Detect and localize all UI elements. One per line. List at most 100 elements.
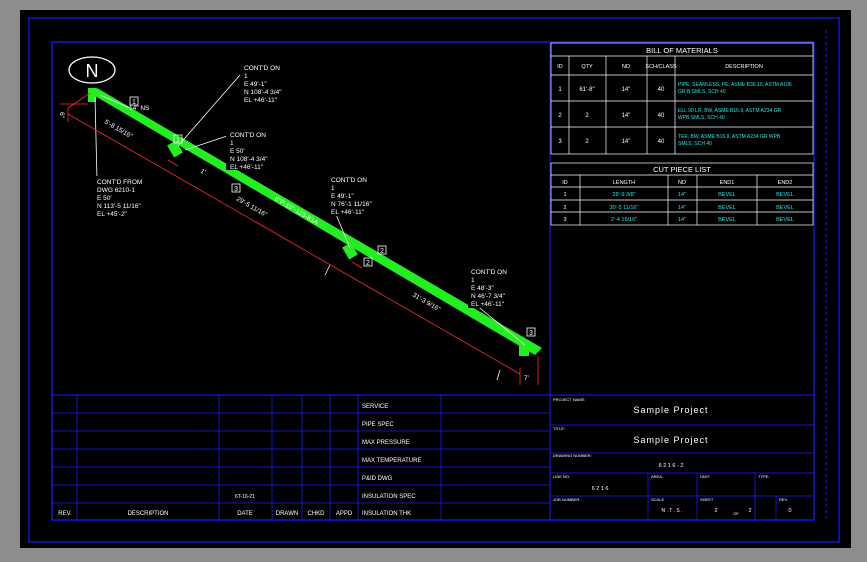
cut-header: END1	[720, 180, 735, 186]
bom-header: ID	[557, 64, 563, 70]
dim-label: 29'-5 11/16"	[235, 196, 269, 219]
of-label: OF	[733, 511, 739, 516]
cut-cell: 3	[563, 217, 566, 223]
bom-cell: 61'-8"	[579, 87, 594, 93]
pipe-tag-label: 6"P-10"-123-B1A	[273, 196, 320, 227]
bom-cell: 1	[558, 87, 562, 93]
svg-text:1: 1	[230, 140, 234, 147]
drawing-title: Sample Project	[633, 435, 708, 445]
bom-cell: 2	[558, 113, 562, 119]
cut-cell: BEVEL	[776, 217, 794, 223]
svg-text:1: 1	[471, 277, 475, 284]
bom-desc: WPB SMLS, SCH 40	[678, 115, 725, 121]
spec-label: MAX TEMPERATURE	[362, 458, 421, 464]
spec-label: PIPE SPEC	[362, 422, 394, 428]
svg-text:N 113'-5 11/16": N 113'-5 11/16"	[97, 203, 141, 210]
sheet-value: 2	[714, 508, 717, 514]
rev-header: DATE	[237, 511, 253, 517]
bom-header: ND	[622, 64, 630, 70]
rev-entry: 6T-16-21	[235, 494, 255, 500]
svg-text:E 49'-1": E 49'-1"	[331, 193, 354, 200]
cut-cell: 14"	[678, 192, 686, 198]
cut-cell: BEVEL	[776, 192, 794, 198]
rev-header: DRAWN	[276, 511, 298, 517]
cut-cell: 30'-5 11/16"	[610, 205, 639, 211]
cut-piece-table: CUT PIECE LIST ID LENGTH ND END1 END2 1 …	[550, 162, 814, 226]
marker-label: 3	[234, 186, 238, 193]
bom-cell: 14"	[622, 87, 631, 93]
svg-text:N 108'-4 3/4": N 108'-4 3/4"	[244, 89, 282, 96]
bom-desc: TEE, BW, ASME B16.9, ASTM A234 GR WPB	[678, 134, 781, 140]
svg-text:LINE NO.: LINE NO.	[553, 474, 570, 479]
cut-header: ND	[678, 180, 686, 186]
spec-label: P&ID DWG	[362, 476, 393, 482]
north-arrow: N	[68, 56, 116, 84]
rev-header: REV.	[58, 511, 72, 517]
rev-header: CHKD	[307, 511, 325, 517]
dim-label: 6"	[58, 112, 65, 119]
cut-cell: 28'-9 3/8"	[612, 192, 635, 198]
cont-on-1: CONT'D ON 1 E 49'-1" N 108'-4 3/4" EL +4…	[240, 62, 288, 104]
dim-label: 1'	[199, 168, 207, 176]
svg-text:CONT'D FROM: CONT'D FROM	[97, 179, 142, 186]
bom-cell: 3	[558, 139, 562, 145]
cut-header: END2	[778, 180, 793, 186]
svg-text:TYPE:: TYPE:	[758, 474, 770, 479]
bom-cell: 14"	[622, 139, 631, 145]
bom-desc: GR B SMLS, SCH 40	[678, 89, 726, 95]
bom-header: SCH/CLASS	[645, 64, 677, 70]
spec-label: INSULATION THK	[362, 511, 411, 517]
bom-desc: ELL 90 LR, BW, ASME B16.9, ASTM A234 GR	[678, 108, 782, 114]
svg-text:EL +46'-11": EL +46'-11"	[230, 164, 264, 171]
project-name: Sample Project	[633, 405, 708, 415]
svg-text:1: 1	[331, 185, 335, 192]
cut-cell: BEVEL	[776, 205, 794, 211]
cut-header: ID	[562, 180, 568, 186]
spec-label: INSULATION SPEC	[362, 494, 416, 500]
cut-header: LENGTH	[613, 180, 635, 186]
svg-text:E 50': E 50'	[230, 148, 245, 155]
svg-text:SHEET: SHEET	[700, 497, 714, 502]
marker-label: 3	[529, 330, 533, 337]
rev-value: 0	[788, 508, 791, 514]
cut-cell: 2'-4 15/16"	[611, 217, 637, 223]
bom-cell: 40	[658, 113, 665, 119]
title-block: PROJECT NAME: TITLE: DRAWING NUMBER: LIN…	[550, 397, 814, 520]
marker-label: 1	[176, 137, 180, 144]
revision-block: REV. DESCRIPTION DATE DRAWN CHKD APPD 6T…	[52, 395, 550, 520]
outer-border	[28, 17, 840, 543]
marker-label: 2	[380, 248, 384, 255]
svg-text:AREA:: AREA:	[651, 474, 663, 479]
svg-text:PROJECT NAME:: PROJECT NAME:	[553, 397, 585, 402]
bom-desc: SMLS, SCH 40	[678, 141, 712, 147]
svg-text:JOB NUMBER:: JOB NUMBER:	[553, 497, 580, 502]
bom-cell: 14"	[622, 113, 631, 119]
drawing-canvas: N 1 1 3 2 3 2 14" NS CONT'D ON 1 E 49'-1…	[28, 17, 840, 543]
bom-title: BILL OF MATERIALS	[646, 46, 718, 55]
spec-label: MAX PRESSURE	[362, 440, 410, 446]
top-size-label: 14" NS	[129, 105, 150, 112]
cut-cell: 14"	[678, 217, 686, 223]
bom-desc: PIPE, SEAMLESS, PE, ASME B36.10, ASTM A1…	[678, 82, 792, 88]
dim-label: 7'	[524, 375, 529, 382]
cut-cell: BEVEL	[718, 205, 736, 211]
cont-on-3: CONT'D ON 1 E 49'-1" N 76'-1 11/16" EL +…	[328, 174, 376, 216]
bom-cell: 40	[658, 139, 665, 145]
line-number: 6 2 1 6	[592, 486, 609, 492]
bom-table: BILL OF MATERIALS ID QTY ND SCH/CLASS DE…	[550, 42, 814, 155]
bom-header: QTY	[581, 64, 593, 70]
svg-text:EL +45'-2": EL +45'-2"	[97, 211, 128, 218]
svg-text:CONT'D ON: CONT'D ON	[244, 65, 280, 72]
svg-text:DRAWING NUMBER:: DRAWING NUMBER:	[553, 453, 592, 458]
cont-on-4: CONT'D ON 1 E 48'-3" N 46'-7 3/4" EL +46…	[468, 266, 516, 308]
drawing-number: 6 2 1 6 - 2	[659, 463, 684, 469]
svg-text:E 48'-3": E 48'-3"	[471, 285, 494, 292]
svg-text:1: 1	[244, 73, 248, 80]
leader-lines	[94, 74, 526, 381]
cut-cell: BEVEL	[718, 192, 736, 198]
svg-text:E 50': E 50'	[97, 195, 112, 202]
spec-label: SERVICE	[362, 404, 388, 410]
svg-text:CONT'D ON: CONT'D ON	[471, 269, 507, 276]
cut-title: CUT PIECE LIST	[653, 165, 711, 174]
svg-text:E 49'-1": E 49'-1"	[244, 81, 267, 88]
